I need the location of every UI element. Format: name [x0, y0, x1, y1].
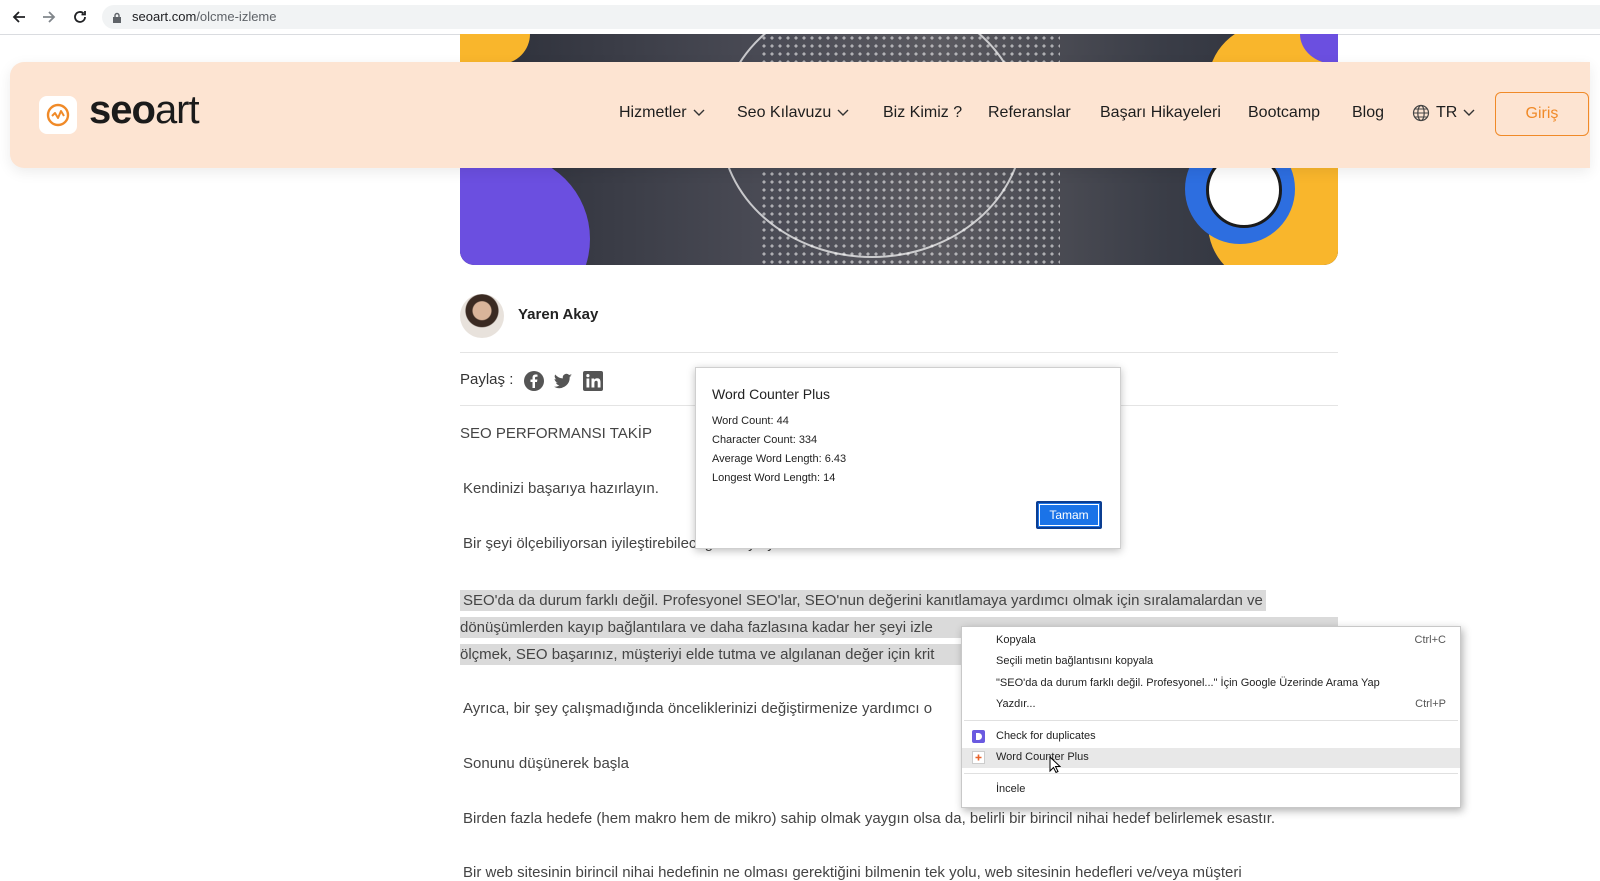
reload-icon[interactable]	[69, 6, 91, 28]
language-selector[interactable]: TR	[1412, 104, 1475, 122]
nav-hizmetler[interactable]: Hizmetler	[619, 104, 705, 122]
globe-icon	[1412, 104, 1430, 122]
linkedin-icon[interactable]	[582, 370, 604, 397]
nav-label: Referanslar	[988, 104, 1071, 121]
nav-blog[interactable]: Blog	[1352, 104, 1384, 122]
logo-icon[interactable]	[39, 96, 77, 134]
menu-item-search-google[interactable]: "SEO'da da durum farklı değil. Profesyon…	[962, 674, 1460, 694]
nav-basari-hikayeleri[interactable]: Başarı Hikayeleri	[1100, 104, 1221, 122]
menu-item-copy-link-to-text[interactable]: Seçili metin bağlantısını kopyala	[962, 652, 1460, 672]
article-paragraph: Birden fazla hedefe (hem makro hem de mi…	[463, 810, 1276, 827]
article-paragraph: Bir web sitesinin birincil nihai hedefin…	[463, 864, 1242, 881]
nav-label: Bootcamp	[1248, 104, 1321, 121]
site-header: seoart Hizmetler Seo Kılavuzu Biz Kimiz …	[10, 62, 1590, 168]
nav-bootcamp[interactable]: Bootcamp	[1248, 104, 1320, 122]
menu-item-word-counter-plus[interactable]: Word Counter Plus	[962, 748, 1460, 774]
divider	[460, 352, 1338, 353]
article-paragraph: Ayrıca, bir şey çalışmadığında öncelikle…	[463, 700, 933, 717]
lock-icon	[112, 11, 122, 29]
word-counter-icon	[972, 751, 985, 764]
word-counter-dialog: Word Counter Plus Word Count: 44 Charact…	[695, 367, 1121, 549]
menu-separator	[964, 773, 1458, 774]
chevron-down-icon	[837, 109, 849, 116]
selected-text: SEO'da da durum farklı değil. Profesyone…	[460, 590, 1266, 611]
chevron-down-icon	[1463, 109, 1475, 116]
menu-item-inspect[interactable]: İncele	[962, 780, 1460, 800]
url-text: seoart.com/olcme-izleme	[132, 9, 277, 24]
duplicate-checker-icon	[972, 730, 985, 743]
article-paragraph: Kendinizi başarıya hazırlayın.	[463, 480, 659, 497]
author-avatar	[460, 294, 504, 338]
chevron-down-icon	[693, 109, 705, 116]
word-count: Word Count: 44	[712, 415, 789, 427]
twitter-icon[interactable]	[552, 370, 574, 397]
back-icon[interactable]	[8, 6, 30, 28]
nav-label: Biz Kimiz ?	[883, 104, 963, 121]
menu-separator	[964, 720, 1458, 721]
facebook-icon[interactable]	[523, 370, 545, 397]
language-label: TR	[1436, 104, 1458, 121]
dialog-title: Word Counter Plus	[712, 386, 831, 402]
nav-label: Hizmetler	[619, 104, 687, 121]
forward-icon[interactable]	[38, 6, 60, 28]
logo-wordmark[interactable]: seoart	[89, 88, 200, 133]
average-word-length: Average Word Length: 6.43	[712, 453, 847, 465]
nav-referanslar[interactable]: Referanslar	[988, 104, 1071, 122]
nav-label: Blog	[1352, 104, 1385, 121]
share-label: Paylaş :	[460, 371, 514, 388]
menu-item-check-duplicates[interactable]: Check for duplicates	[962, 727, 1460, 747]
login-button[interactable]: Giriş	[1495, 92, 1589, 136]
menu-item-copy[interactable]: Kopyala Ctrl+C	[962, 631, 1460, 651]
nav-label: Başarı Hikayeleri	[1100, 104, 1221, 121]
menu-item-print[interactable]: Yazdır... Ctrl+P	[962, 695, 1460, 715]
longest-word-length: Longest Word Length: 14	[712, 472, 836, 484]
nav-label: Seo Kılavuzu	[737, 104, 832, 121]
nav-biz-kimiz[interactable]: Biz Kimiz ?	[883, 104, 962, 122]
article-heading: SEO PERFORMANSI TAKİP	[460, 425, 652, 442]
nav-seo-kilavuzu[interactable]: Seo Kılavuzu	[737, 104, 849, 122]
context-menu: Kopyala Ctrl+C Seçili metin bağlantısını…	[961, 626, 1461, 808]
character-count: Character Count: 334	[712, 434, 818, 446]
browser-toolbar: seoart.com/olcme-izleme	[0, 0, 1600, 35]
address-bar[interactable]: seoart.com/olcme-izleme	[102, 5, 1600, 29]
author-name: Yaren Akay	[518, 306, 599, 323]
ok-button[interactable]: Tamam	[1036, 501, 1102, 529]
article-subheading: Sonunu düşünerek başla	[463, 755, 629, 772]
